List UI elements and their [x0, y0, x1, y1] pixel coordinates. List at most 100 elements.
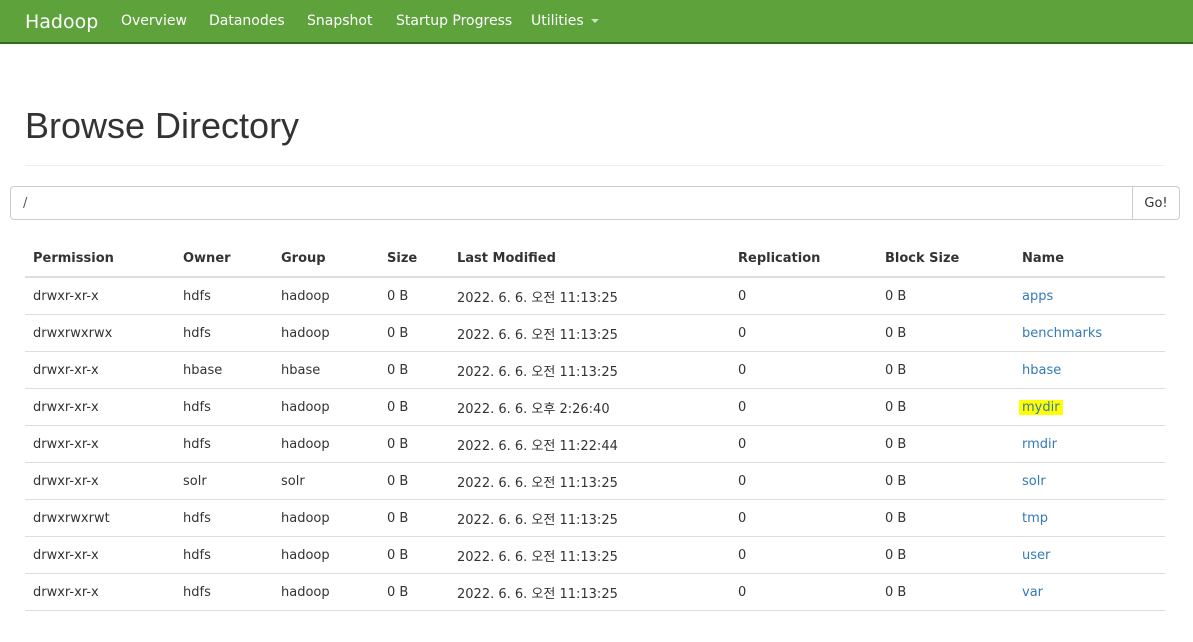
- name-cell: apps: [1014, 277, 1165, 315]
- size-cell: 0 B: [379, 425, 449, 463]
- permission-cell: drwxr-xr-x: [25, 536, 175, 574]
- table-row: drwxr-xr-x hdfs hadoop 0 B 2022. 6. 6. 오…: [25, 277, 1165, 315]
- column-header-replication[interactable]: Replication: [730, 240, 877, 278]
- replication-cell: 0: [730, 351, 877, 389]
- group-cell: hadoop: [273, 573, 379, 611]
- column-header-block-size[interactable]: Block Size: [877, 240, 1014, 278]
- permission-cell: drwxrwxrwt: [25, 499, 175, 537]
- nav-overview[interactable]: Overview: [121, 12, 187, 30]
- table-row: drwxr-xr-x hdfs hadoop 0 B 2022. 6. 6. 오…: [25, 536, 1165, 574]
- permission-cell: drwxrwxrwx: [25, 314, 175, 352]
- owner-cell: solr: [175, 462, 273, 500]
- owner-cell: hdfs: [175, 314, 273, 352]
- name-cell: var: [1014, 573, 1165, 611]
- table-row: drwxr-xr-x hdfs hadoop 0 B 2022. 6. 6. 오…: [25, 573, 1165, 611]
- permission-cell: drwxr-xr-x: [25, 425, 175, 463]
- owner-cell: hdfs: [175, 499, 273, 537]
- name-cell: mydir: [1014, 388, 1165, 426]
- block-size-cell: 0 B: [877, 277, 1014, 315]
- table-row: drwxrwxrwt hdfs hadoop 0 B 2022. 6. 6. 오…: [25, 499, 1165, 537]
- table-row: drwxr-xr-x hdfs hadoop 0 B 2022. 6. 6. 오…: [25, 388, 1165, 426]
- group-cell: hadoop: [273, 314, 379, 352]
- size-cell: 0 B: [379, 277, 449, 315]
- directory-link-rmdir[interactable]: rmdir: [1022, 437, 1057, 452]
- size-cell: 0 B: [379, 499, 449, 537]
- directory-link-user[interactable]: user: [1022, 548, 1050, 563]
- replication-cell: 0: [730, 573, 877, 611]
- directory-table: Permission Owner Group Size Last Modifie…: [25, 240, 1165, 611]
- last-modified-cell: 2022. 6. 6. 오전 11:22:44: [449, 425, 730, 463]
- column-header-permission[interactable]: Permission: [25, 240, 175, 278]
- name-cell: tmp: [1014, 499, 1165, 537]
- replication-cell: 0: [730, 425, 877, 463]
- last-modified-cell: 2022. 6. 6. 오후 2:26:40: [449, 388, 730, 426]
- column-header-last-modified[interactable]: Last Modified: [449, 240, 730, 278]
- nav-utilities-label: Utilities: [531, 13, 584, 29]
- last-modified-cell: 2022. 6. 6. 오전 11:13:25: [449, 351, 730, 389]
- name-cell: solr: [1014, 462, 1165, 500]
- group-cell: hadoop: [273, 425, 379, 463]
- permission-cell: drwxr-xr-x: [25, 388, 175, 426]
- replication-cell: 0: [730, 314, 877, 352]
- directory-link-mydir[interactable]: mydir: [1022, 399, 1060, 415]
- name-cell: hbase: [1014, 351, 1165, 389]
- nav-datanodes[interactable]: Datanodes: [209, 12, 285, 30]
- owner-cell: hdfs: [175, 536, 273, 574]
- size-cell: 0 B: [379, 388, 449, 426]
- go-button[interactable]: Go!: [1132, 186, 1180, 220]
- block-size-cell: 0 B: [877, 351, 1014, 389]
- group-cell: hadoop: [273, 536, 379, 574]
- column-header-owner[interactable]: Owner: [175, 240, 273, 278]
- block-size-cell: 0 B: [877, 536, 1014, 574]
- owner-cell: hdfs: [175, 277, 273, 315]
- group-cell: hadoop: [273, 499, 379, 537]
- size-cell: 0 B: [379, 351, 449, 389]
- block-size-cell: 0 B: [877, 573, 1014, 611]
- caret-down-icon: [590, 19, 599, 23]
- owner-cell: hbase: [175, 351, 273, 389]
- column-header-size[interactable]: Size: [379, 240, 449, 278]
- nav-snapshot[interactable]: Snapshot: [307, 12, 372, 30]
- last-modified-cell: 2022. 6. 6. 오전 11:13:25: [449, 536, 730, 574]
- size-cell: 0 B: [379, 573, 449, 611]
- block-size-cell: 0 B: [877, 314, 1014, 352]
- nav-utilities-dropdown[interactable]: Utilities: [531, 12, 599, 30]
- column-header-name[interactable]: Name: [1014, 240, 1165, 278]
- group-cell: solr: [273, 462, 379, 500]
- name-cell: rmdir: [1014, 425, 1165, 463]
- directory-link-hbase[interactable]: hbase: [1022, 363, 1061, 378]
- name-cell: benchmarks: [1014, 314, 1165, 352]
- size-cell: 0 B: [379, 536, 449, 574]
- replication-cell: 0: [730, 499, 877, 537]
- replication-cell: 0: [730, 388, 877, 426]
- name-cell: user: [1014, 536, 1165, 574]
- owner-cell: hdfs: [175, 388, 273, 426]
- nav-startup-progress[interactable]: Startup Progress: [396, 12, 512, 30]
- table-row: drwxr-xr-x hbase hbase 0 B 2022. 6. 6. 오…: [25, 351, 1165, 389]
- page-title: Browse Directory: [25, 105, 300, 146]
- directory-link-var[interactable]: var: [1022, 585, 1043, 600]
- replication-cell: 0: [730, 277, 877, 315]
- directory-link-solr[interactable]: solr: [1022, 474, 1046, 489]
- column-header-group[interactable]: Group: [273, 240, 379, 278]
- permission-cell: drwxr-xr-x: [25, 277, 175, 315]
- size-cell: 0 B: [379, 462, 449, 500]
- last-modified-cell: 2022. 6. 6. 오전 11:13:25: [449, 462, 730, 500]
- directory-path-input[interactable]: [10, 186, 1133, 220]
- top-navbar: Hadoop Overview Datanodes Snapshot Start…: [0, 0, 1193, 44]
- brand-logo[interactable]: Hadoop: [25, 10, 98, 34]
- replication-cell: 0: [730, 536, 877, 574]
- group-cell: hadoop: [273, 388, 379, 426]
- permission-cell: drwxr-xr-x: [25, 573, 175, 611]
- table-header-row: Permission Owner Group Size Last Modifie…: [25, 240, 1165, 278]
- replication-cell: 0: [730, 462, 877, 500]
- block-size-cell: 0 B: [877, 499, 1014, 537]
- directory-link-benchmarks[interactable]: benchmarks: [1022, 326, 1102, 341]
- table-row: drwxr-xr-x hdfs hadoop 0 B 2022. 6. 6. 오…: [25, 425, 1165, 463]
- block-size-cell: 0 B: [877, 462, 1014, 500]
- block-size-cell: 0 B: [877, 388, 1014, 426]
- directory-link-apps[interactable]: apps: [1022, 289, 1053, 304]
- group-cell: hbase: [273, 351, 379, 389]
- directory-link-tmp[interactable]: tmp: [1022, 511, 1048, 526]
- table-row: drwxr-xr-x solr solr 0 B 2022. 6. 6. 오전 …: [25, 462, 1165, 500]
